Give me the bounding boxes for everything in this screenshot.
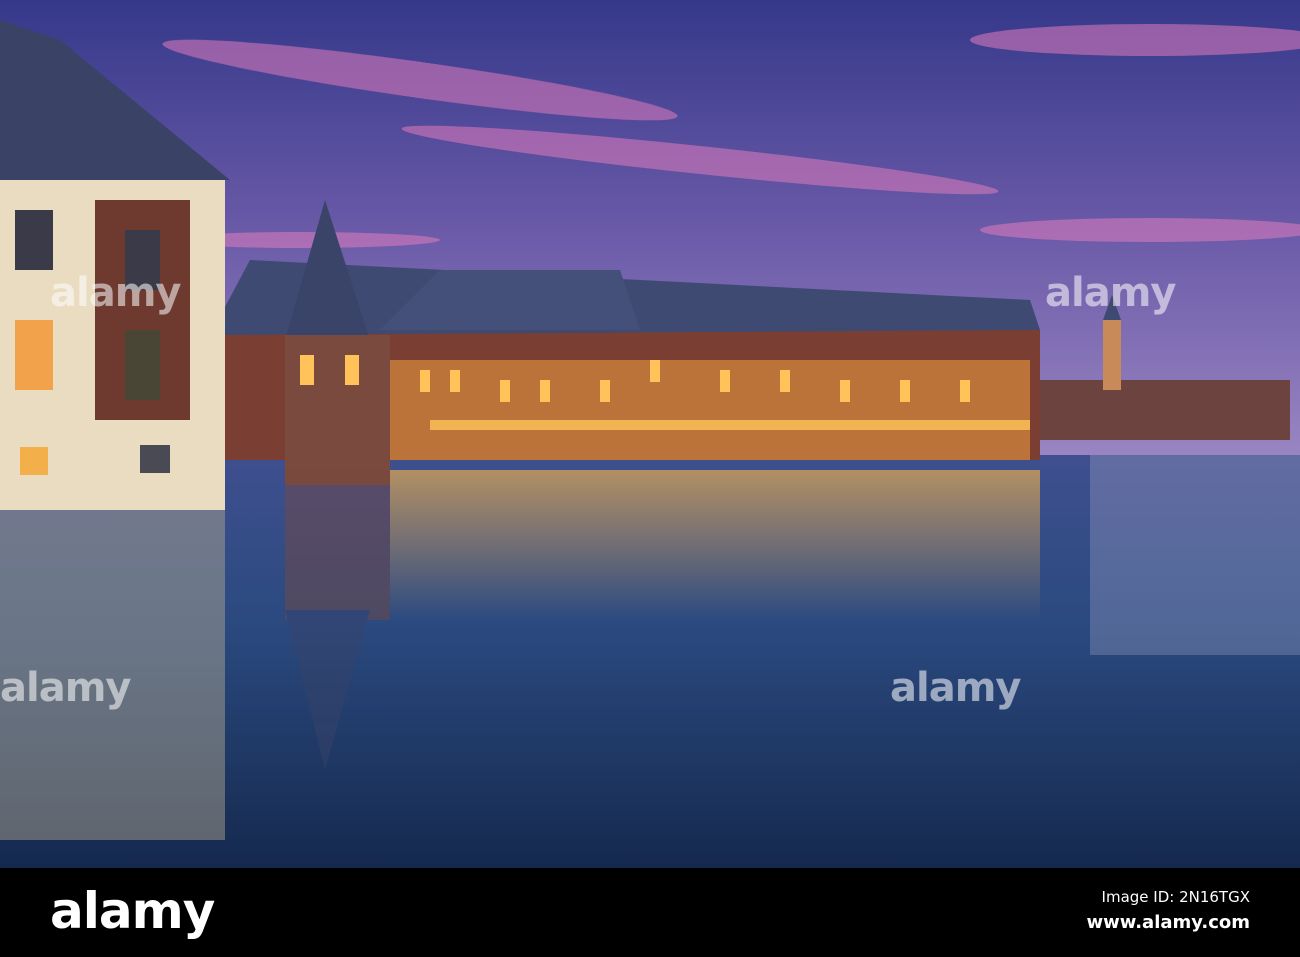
watermark-text: alamy — [1045, 270, 1176, 316]
site-url: www.alamy.com — [1086, 912, 1250, 933]
alamy-logo: alamy — [50, 882, 215, 940]
watermark-text: alamy — [890, 665, 1021, 711]
photo-binnenhof-hofvijver — [0, 0, 1300, 868]
watermark-text: alamy — [0, 665, 131, 711]
lights-reflection — [390, 470, 1040, 620]
image-id: Image ID: 2N16TGX — [1101, 888, 1250, 906]
watermark-text: alamy — [50, 270, 181, 316]
footer-bar: alamy Image ID: 2N16TGX www.alamy.com — [0, 868, 1300, 957]
